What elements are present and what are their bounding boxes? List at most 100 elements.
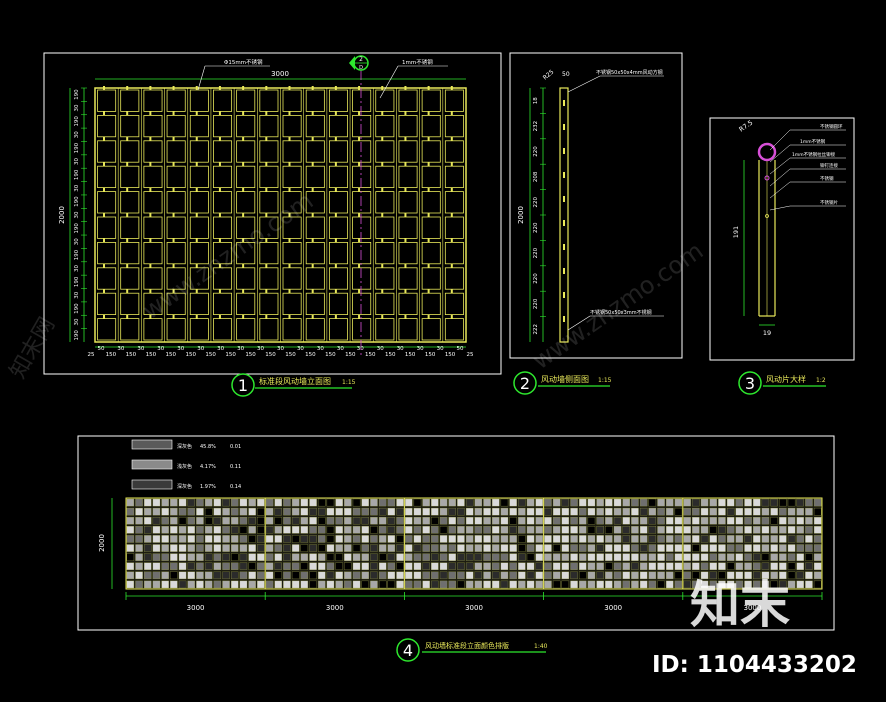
color-cell — [561, 535, 570, 543]
color-cell — [622, 517, 630, 525]
color-cell — [213, 526, 222, 534]
color-cell — [352, 535, 361, 543]
color-cell — [813, 507, 822, 516]
color-cell — [631, 517, 639, 525]
color-cell — [796, 553, 804, 561]
color-cell — [352, 544, 361, 552]
hook-mark — [427, 213, 430, 217]
color-cell — [535, 580, 543, 589]
color-cell — [709, 553, 717, 561]
color-cell — [248, 571, 256, 580]
color-cell — [509, 571, 517, 580]
color-cell — [213, 507, 222, 516]
color-cell — [605, 562, 613, 570]
color-cell — [196, 507, 204, 516]
hook-mark — [218, 289, 221, 294]
rivet-mark — [563, 172, 565, 178]
color-cell — [813, 498, 822, 507]
row-dim-label: 190 — [74, 303, 80, 314]
hook-mark — [265, 289, 268, 294]
color-cell — [544, 571, 552, 580]
rivet-mark — [563, 268, 565, 274]
color-cell — [335, 498, 343, 507]
color-cell — [326, 544, 335, 552]
color-cell — [622, 571, 630, 580]
color-cell — [291, 517, 300, 525]
color-cell — [805, 526, 813, 534]
hook-mark — [242, 289, 245, 294]
hook-mark — [358, 111, 361, 116]
color-cell — [213, 562, 222, 570]
color-cell — [544, 498, 552, 507]
color-cell — [570, 507, 578, 516]
color-cell — [770, 535, 778, 543]
color-cell — [753, 498, 761, 507]
panel-cell — [120, 191, 140, 214]
color-cell — [579, 580, 587, 589]
color-cell — [257, 580, 265, 589]
bottom-dim-label: 150 — [365, 352, 376, 358]
hook-mark — [288, 238, 291, 243]
bottom-dim-label: 30 — [377, 346, 384, 352]
color-cell — [448, 571, 456, 580]
color-cell — [135, 553, 143, 561]
color-cell — [605, 580, 613, 589]
color-cell — [370, 553, 378, 561]
color-cell — [274, 498, 282, 507]
color-cell — [300, 526, 309, 534]
color-cell — [187, 517, 195, 525]
segment-dim-label: 3000 — [326, 604, 344, 612]
color-cell — [257, 544, 265, 552]
color-cell — [726, 553, 735, 561]
color-cell — [213, 571, 222, 580]
hook-mark — [103, 314, 105, 319]
color-cell — [213, 535, 222, 543]
hook-mark — [381, 238, 384, 243]
detail-callout: 不锈钢 — [820, 175, 834, 182]
color-cell — [552, 553, 561, 561]
hook-mark — [288, 263, 291, 268]
color-cell — [666, 580, 674, 589]
color-cell — [718, 553, 726, 561]
color-cell — [570, 517, 578, 525]
view3-height-dim: 191 — [732, 226, 740, 238]
color-cell — [753, 562, 761, 570]
row-dim-label: 30 — [74, 211, 80, 218]
color-cell — [666, 553, 674, 561]
color-cell — [335, 517, 343, 525]
color-cell — [666, 535, 674, 543]
color-cell — [648, 544, 657, 552]
color-cell — [596, 517, 604, 525]
color-cell — [318, 498, 326, 507]
panel-cell — [328, 89, 348, 112]
row-dim-label: 190 — [74, 276, 80, 287]
bottom-dim-label: 150 — [325, 352, 336, 358]
hook-mark — [311, 289, 314, 294]
color-cell — [431, 562, 439, 570]
color-cell — [291, 562, 300, 570]
hook-mark — [103, 111, 105, 116]
color-cell — [300, 562, 309, 570]
color-cell — [265, 526, 274, 534]
color-cell — [657, 535, 665, 543]
color-cell — [648, 535, 657, 543]
hook-mark — [427, 263, 430, 268]
color-cell — [509, 498, 517, 507]
color-cell — [648, 498, 657, 507]
color-cell — [135, 580, 143, 589]
color-cell — [283, 562, 291, 570]
color-cell — [753, 526, 761, 534]
bottom-dim-label: 30 — [417, 346, 424, 352]
color-cell — [657, 562, 665, 570]
color-cell — [631, 526, 639, 534]
color-cell — [396, 571, 404, 580]
color-cell — [361, 526, 369, 534]
panel-cell — [444, 241, 464, 265]
panel-cell — [143, 191, 163, 214]
side-dim-label: 222 — [533, 324, 539, 335]
color-cell — [457, 580, 465, 589]
color-cell — [422, 562, 430, 570]
color-cell — [518, 526, 526, 534]
color-cell — [405, 498, 413, 507]
color-cell — [318, 507, 326, 516]
